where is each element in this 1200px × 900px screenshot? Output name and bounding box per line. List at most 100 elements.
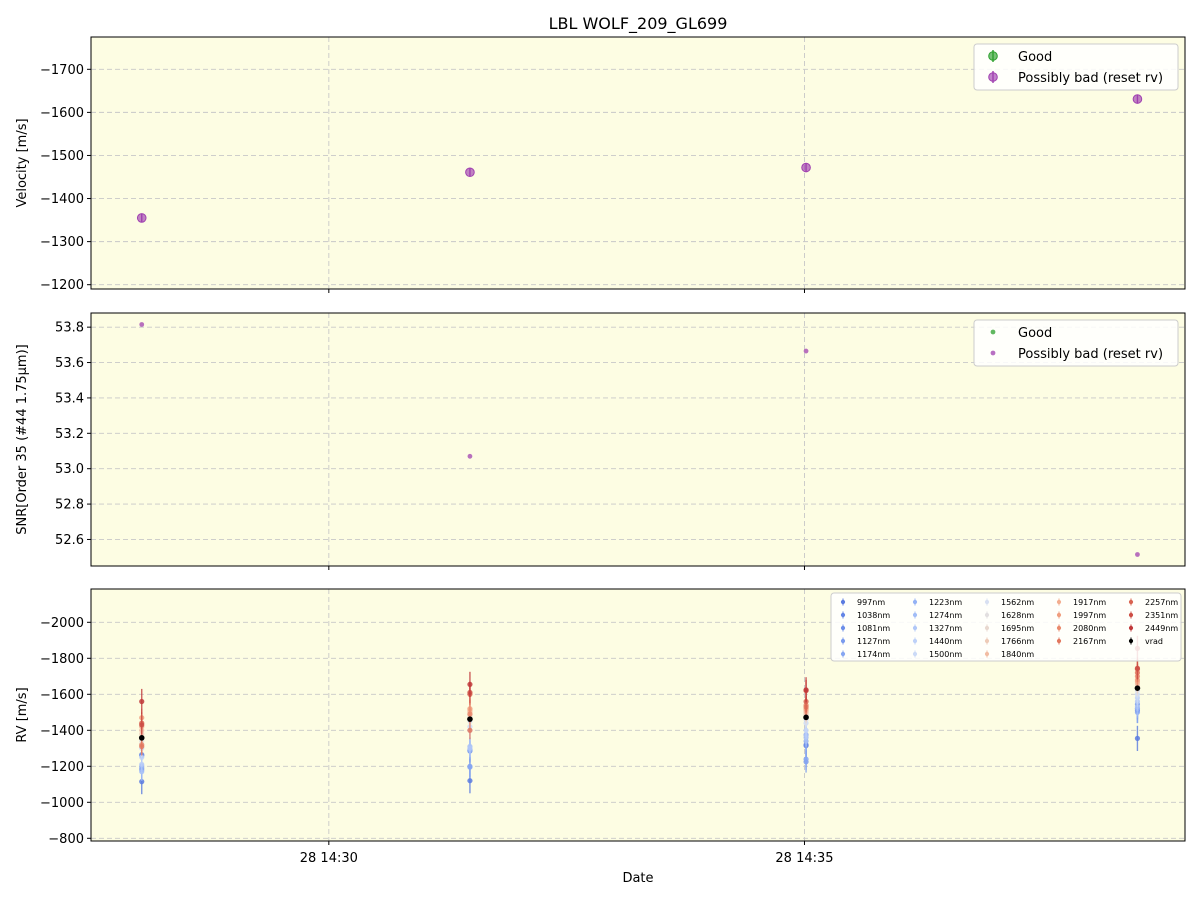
legend-label: Good [1018, 326, 1052, 341]
legend-marker [984, 638, 990, 644]
legend-label: Good [1018, 50, 1052, 65]
y-tick-label: −1600 [40, 688, 84, 703]
legend-label: vrad [1145, 637, 1163, 646]
rv-point-vrad [138, 735, 145, 741]
legend-marker [1056, 625, 1062, 631]
rv-point-2449nm [139, 698, 145, 705]
y-tick-label: −1000 [40, 796, 84, 811]
legend-label: 2449nm [1145, 624, 1178, 633]
y-tick-label: −1300 [40, 235, 84, 250]
y-tick-label: 53.0 [55, 462, 84, 477]
legend-label: 1562nm [1001, 598, 1034, 607]
y-tick-label: 53.8 [55, 321, 84, 336]
legend-marker [990, 350, 996, 356]
legend-label: Possibly bad (reset rv) [1018, 347, 1163, 362]
y-tick-label: −1600 [40, 106, 84, 121]
figure: LBL WOLF_209_GL699 −1200 −1300 −1400 −1500 −… [15, 14, 1186, 886]
legend-label: 1440nm [929, 637, 962, 646]
legend-label: 1917nm [1073, 598, 1106, 607]
legend-marker [984, 651, 990, 657]
y-tick-label: −1400 [40, 724, 84, 739]
rv-point-2449nm [467, 681, 473, 688]
y-axis-label: Velocity [m/s] [15, 118, 30, 207]
legend-label: 1500nm [929, 650, 962, 659]
y-tick-label: −2000 [40, 616, 84, 631]
legend-marker [988, 51, 998, 61]
data-point [467, 453, 473, 459]
rv-point-2351nm [139, 722, 145, 728]
x-tick-label: 28 14:30 [300, 851, 358, 866]
legend-label: 1766nm [1001, 637, 1034, 646]
y-tick-label: 53.6 [55, 356, 84, 371]
rv-point-2351nm [1134, 665, 1141, 671]
y-tick-label: −1400 [40, 192, 84, 207]
rv-point-vrad [467, 716, 473, 722]
x-axis-label: Date [622, 871, 653, 886]
legend-marker [840, 651, 846, 657]
y-tick-label: 52.6 [55, 533, 84, 548]
rv-point-1174nm [803, 756, 809, 762]
x-axis-ticks: 28 14:30 28 14:35 [300, 851, 834, 866]
legend-marker [912, 651, 918, 657]
legend-marker [984, 599, 990, 605]
legend-label: 1223nm [929, 598, 962, 607]
legend-label: 1695nm [1001, 624, 1034, 633]
data-point [136, 213, 147, 223]
legend-marker [912, 612, 918, 618]
y-tick-label: −800 [48, 832, 84, 847]
legend-marker [840, 612, 846, 618]
legend-label: 1174nm [857, 650, 890, 659]
legend-marker [988, 72, 998, 82]
legend-marker [1128, 612, 1134, 618]
y-tick-label: 52.8 [55, 498, 84, 513]
legend-marker [912, 599, 918, 605]
legend-marker [840, 625, 846, 631]
rv-point-1327nm [467, 745, 473, 751]
legend-label: 1127nm [857, 637, 890, 646]
data-point [465, 167, 475, 178]
y-tick-label: −1800 [40, 652, 84, 667]
velocity-panel: −1200 −1300 −1400 −1500 −1600 −1700 Velocity [… [15, 36, 1186, 293]
legend-marker [840, 599, 846, 605]
legend-marker [984, 625, 990, 631]
legend-marker [1056, 599, 1062, 605]
legend-marker [912, 625, 918, 631]
rv-point-2167nm [139, 743, 145, 750]
data-point [801, 162, 811, 173]
data-point [803, 348, 809, 354]
legend-marker [840, 638, 846, 644]
legend-label: 2351nm [1145, 611, 1178, 620]
rv-panel: −800 −1000 −1200 −1400 −1600 −1800 −2000 RV [m/… [15, 588, 1186, 847]
figure-title: LBL WOLF_209_GL699 [549, 14, 728, 34]
rv-point-vrad [1134, 685, 1141, 691]
legend-label: 2257nm [1145, 598, 1178, 607]
y-tick-label: −1500 [40, 149, 84, 164]
legend-label: 1038nm [857, 611, 890, 620]
legend-label: 2167nm [1073, 637, 1106, 646]
y-tick-label: 53.4 [55, 391, 84, 406]
rv-point-997nm [467, 778, 473, 784]
y-axis-label: RV [m/s] [15, 687, 30, 742]
rv-point-2449nm [803, 687, 809, 693]
rv-point-2167nm [467, 727, 473, 733]
legend-label: 1274nm [929, 611, 962, 620]
rv-point-997nm [1134, 735, 1141, 742]
legend-label: 2080nm [1073, 624, 1106, 633]
legend-marker [990, 329, 996, 335]
legend-marker [1056, 638, 1062, 644]
data-point [139, 322, 145, 327]
y-tick-label: −1700 [40, 63, 84, 78]
y-axis-label: SNR[Order 35 (#44 1.75μm)] [15, 344, 30, 535]
legend-label: 997nm [857, 598, 885, 607]
legend-marker [1128, 625, 1134, 631]
y-tick-label: −1200 [40, 760, 84, 775]
rv-point-2080nm [467, 711, 473, 717]
data-point [1135, 552, 1140, 557]
legend-label: 1840nm [1001, 650, 1034, 659]
legend-label: 1081nm [857, 624, 890, 633]
legend-label: 1628nm [1001, 611, 1034, 620]
rv-point-1174nm [467, 764, 473, 770]
legend-marker [1056, 612, 1062, 618]
y-tick-label: 53.2 [55, 427, 84, 442]
legend-marker [984, 612, 990, 618]
